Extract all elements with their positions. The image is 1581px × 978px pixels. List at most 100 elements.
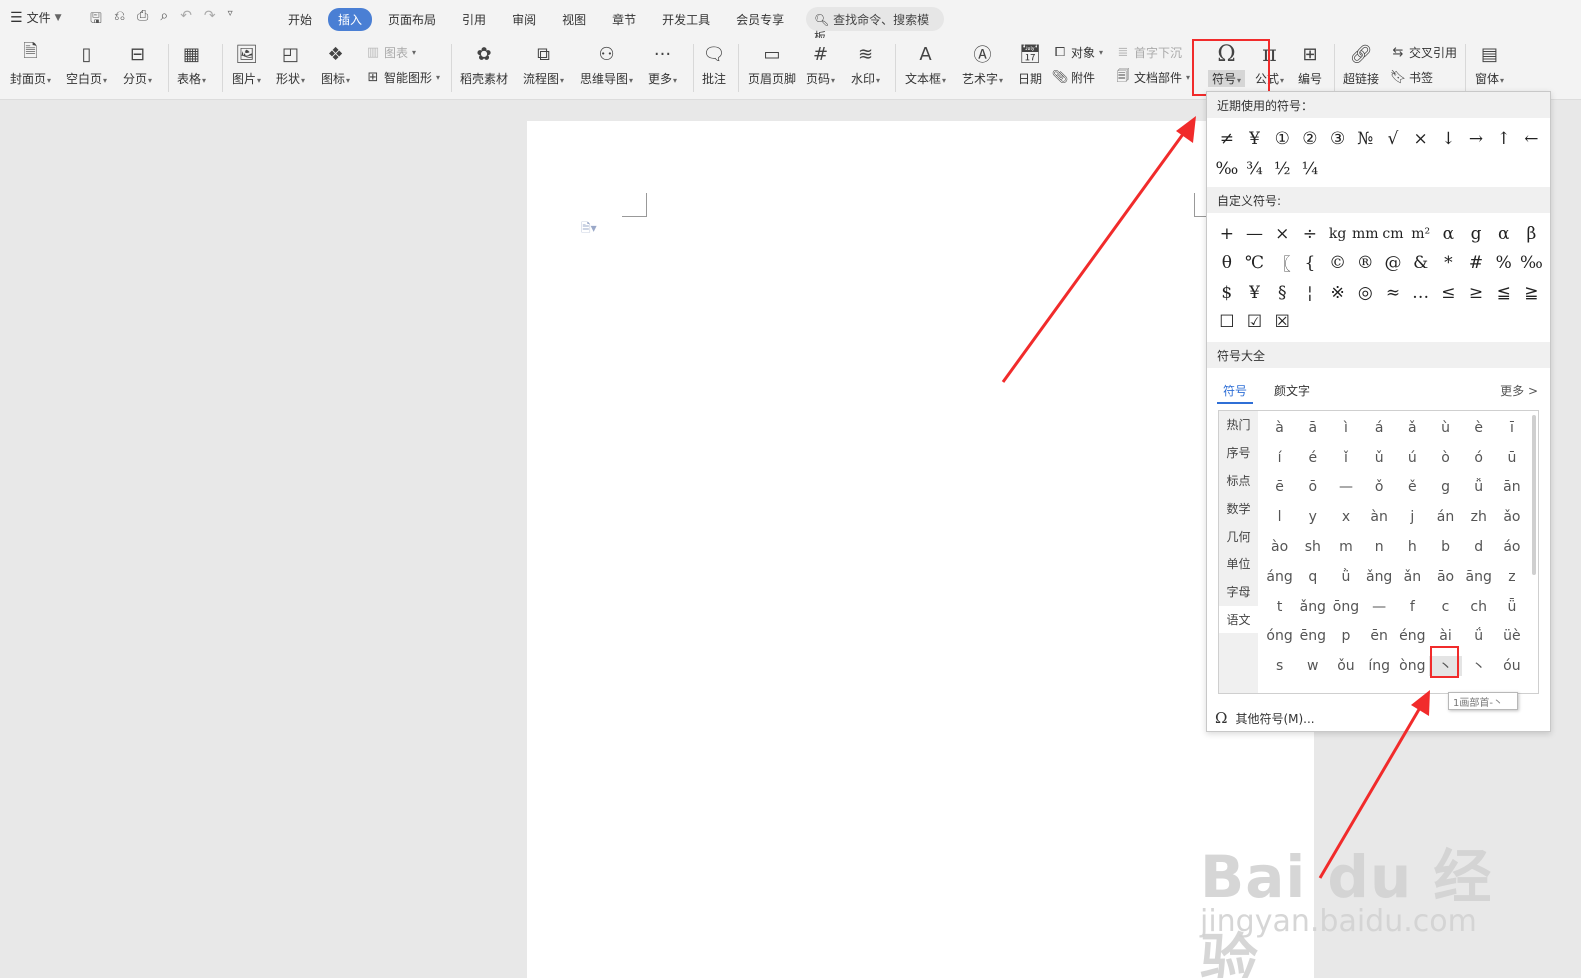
doc-parts-button[interactable]: 🗐 文档部件 ▾: [1115, 69, 1191, 86]
tab-home[interactable]: 开始: [278, 8, 322, 31]
pinyin-symbol-cell[interactable]: m: [1329, 539, 1362, 555]
category-item[interactable]: 热门: [1219, 411, 1258, 439]
material-button[interactable]: ✿ 稻壳素材: [460, 42, 508, 87]
symbol-cell[interactable]: ≥: [1462, 278, 1490, 307]
pinyin-symbol-cell[interactable]: án: [1429, 509, 1462, 525]
command-search[interactable]: 🔍︎ 查找命令、搜索模板: [806, 7, 944, 44]
pinyin-symbol-cell[interactable]: n: [1363, 539, 1396, 555]
tab-references[interactable]: 引用: [452, 8, 496, 31]
symbol-cell[interactable]: —: [1241, 219, 1269, 248]
pinyin-symbol-cell[interactable]: ài: [1429, 628, 1462, 644]
tab-view[interactable]: 视图: [552, 8, 596, 31]
smartart-button[interactable]: ⊞ 智能图形 ▾: [365, 69, 440, 86]
pinyin-symbol-cell[interactable]: ō: [1296, 479, 1329, 495]
pinyin-symbol-cell[interactable]: ǐ: [1329, 450, 1362, 466]
symbol-cell[interactable]: ¼: [1296, 154, 1324, 183]
symbol-cell[interactable]: ②: [1296, 124, 1324, 153]
print-icon[interactable]: ⎙: [137, 8, 148, 32]
symbol-cell[interactable]: №: [1351, 124, 1379, 153]
symbol-cell[interactable]: ¥: [1241, 278, 1269, 307]
symbol-cell[interactable]: {: [1296, 248, 1324, 277]
pinyin-symbol-cell[interactable]: ǎn: [1396, 569, 1429, 585]
pinyin-symbol-cell[interactable]: ě: [1396, 479, 1429, 495]
pinyin-symbol-cell[interactable]: h: [1396, 539, 1429, 555]
symbol-cell[interactable]: α: [1435, 219, 1463, 248]
pinyin-symbol-cell[interactable]: ó: [1462, 450, 1495, 466]
tab-developer[interactable]: 开发工具: [652, 8, 720, 31]
pinyin-symbol-cell[interactable]: ǒ: [1363, 479, 1396, 495]
pinyin-symbol-cell[interactable]: z: [1495, 569, 1528, 585]
symbol-cell[interactable]: ÷: [1296, 219, 1324, 248]
category-item[interactable]: 字母: [1219, 578, 1258, 606]
category-item[interactable]: 语文: [1219, 605, 1258, 634]
pinyin-symbol-cell[interactable]: ào: [1263, 539, 1296, 555]
symbol-cell[interactable]: #: [1462, 248, 1490, 277]
blank-page-button[interactable]: ▯ 空白页▾: [66, 42, 107, 87]
pinyin-symbol-cell[interactable]: p: [1329, 628, 1362, 644]
pinyin-symbol-cell[interactable]: 丶: [1462, 656, 1495, 676]
category-item[interactable]: 几何: [1219, 522, 1258, 550]
symbol-cell[interactable]: β: [1518, 219, 1546, 248]
pinyin-symbol-cell[interactable]: āo: [1429, 569, 1462, 585]
symbol-cell[interactable]: ◎: [1351, 278, 1379, 307]
pinyin-symbol-cell[interactable]: ǎng: [1363, 569, 1396, 585]
symbol-cell[interactable]: kg: [1324, 219, 1352, 248]
pinyin-symbol-cell[interactable]: j: [1396, 509, 1429, 525]
symbol-cell[interactable]: ¥: [1241, 124, 1269, 153]
symbol-cell[interactable]: ×: [1407, 124, 1435, 153]
numbering-button[interactable]: ⊞ 编号: [1298, 42, 1322, 87]
pinyin-symbol-cell[interactable]: ǜ: [1329, 569, 1362, 585]
pinyin-symbol-cell[interactable]: g: [1429, 479, 1462, 495]
format-painter-icon[interactable]: ⎌: [114, 8, 125, 32]
symbol-cell[interactable]: ½: [1268, 154, 1296, 183]
other-symbols-button[interactable]: Ω 其他符号(M)...: [1215, 709, 1315, 727]
page-break-button[interactable]: ⊟ 分页▾: [123, 42, 152, 87]
pinyin-symbol-cell[interactable]: q: [1296, 569, 1329, 585]
symbol-cell[interactable]: g: [1462, 219, 1490, 248]
tab-symbols[interactable]: 符号: [1217, 382, 1254, 404]
shape-button[interactable]: ◰ 形状▾: [276, 42, 305, 87]
picture-button[interactable]: 🖼︎ 图片▾: [232, 42, 261, 87]
symbol-cell[interactable]: ¦: [1296, 278, 1324, 307]
symbol-cell[interactable]: …: [1407, 278, 1435, 307]
category-item[interactable]: 数学: [1219, 494, 1258, 522]
tab-insert[interactable]: 插入: [328, 8, 373, 31]
symbol-cell[interactable]: cm: [1379, 219, 1407, 248]
pinyin-symbol-cell[interactable]: f: [1396, 599, 1429, 615]
symbol-cell[interactable]: ℃: [1241, 248, 1269, 277]
pinyin-symbol-cell[interactable]: —: [1363, 599, 1396, 615]
tab-emoticons[interactable]: 颜文字: [1274, 382, 1310, 402]
pinyin-symbol-cell[interactable]: áo: [1495, 539, 1528, 555]
symbol-cell[interactable]: θ: [1213, 248, 1241, 277]
pinyin-symbol-cell[interactable]: x: [1329, 509, 1362, 525]
symbol-cell[interactable]: ☐: [1213, 307, 1241, 336]
watermark-button[interactable]: ≋ 水印▾: [851, 42, 880, 87]
print-preview-icon[interactable]: ⌕: [160, 8, 168, 32]
pinyin-symbol-cell[interactable]: ū: [1495, 450, 1528, 466]
symbol-cell[interactable]: ‰: [1213, 154, 1241, 183]
symbol-cell[interactable]: ≈: [1379, 278, 1407, 307]
pinyin-symbol-cell[interactable]: üè: [1495, 628, 1528, 644]
symbol-cell[interactable]: §: [1268, 278, 1296, 307]
symbol-cell[interactable]: ¾: [1241, 154, 1269, 183]
symbol-cell[interactable]: ③: [1324, 124, 1352, 153]
symbol-cell[interactable]: @: [1379, 248, 1407, 277]
wordart-button[interactable]: Ⓐ 艺术字▾: [962, 42, 1003, 87]
textbox-button[interactable]: A 文本框▾: [905, 42, 946, 87]
more-symbols-link[interactable]: 更多 >: [1500, 382, 1538, 399]
pinyin-symbol-cell[interactable]: ī: [1495, 420, 1528, 436]
pinyin-symbol-cell[interactable]: sh: [1296, 539, 1329, 555]
symbol-cell[interactable]: ☑: [1241, 307, 1269, 336]
category-item[interactable]: 序号: [1219, 439, 1258, 467]
pinyin-symbol-cell[interactable]: á: [1363, 420, 1396, 436]
pinyin-symbol-cell[interactable]: ì: [1329, 420, 1362, 436]
pinyin-symbol-cell[interactable]: ā: [1296, 420, 1329, 436]
undo-icon[interactable]: ↶: [180, 8, 192, 32]
icon-library-button[interactable]: ❖ 图标▾: [321, 42, 350, 87]
pinyin-symbol-cell[interactable]: ú: [1396, 450, 1429, 466]
symbol-library-scrollbar[interactable]: [1532, 415, 1536, 575]
symbol-cell[interactable]: m²: [1407, 219, 1435, 248]
cover-page-button[interactable]: 🗎 封面页▾: [10, 41, 51, 87]
pinyin-symbol-cell[interactable]: í: [1263, 450, 1296, 466]
category-item[interactable]: 标点: [1219, 467, 1258, 495]
